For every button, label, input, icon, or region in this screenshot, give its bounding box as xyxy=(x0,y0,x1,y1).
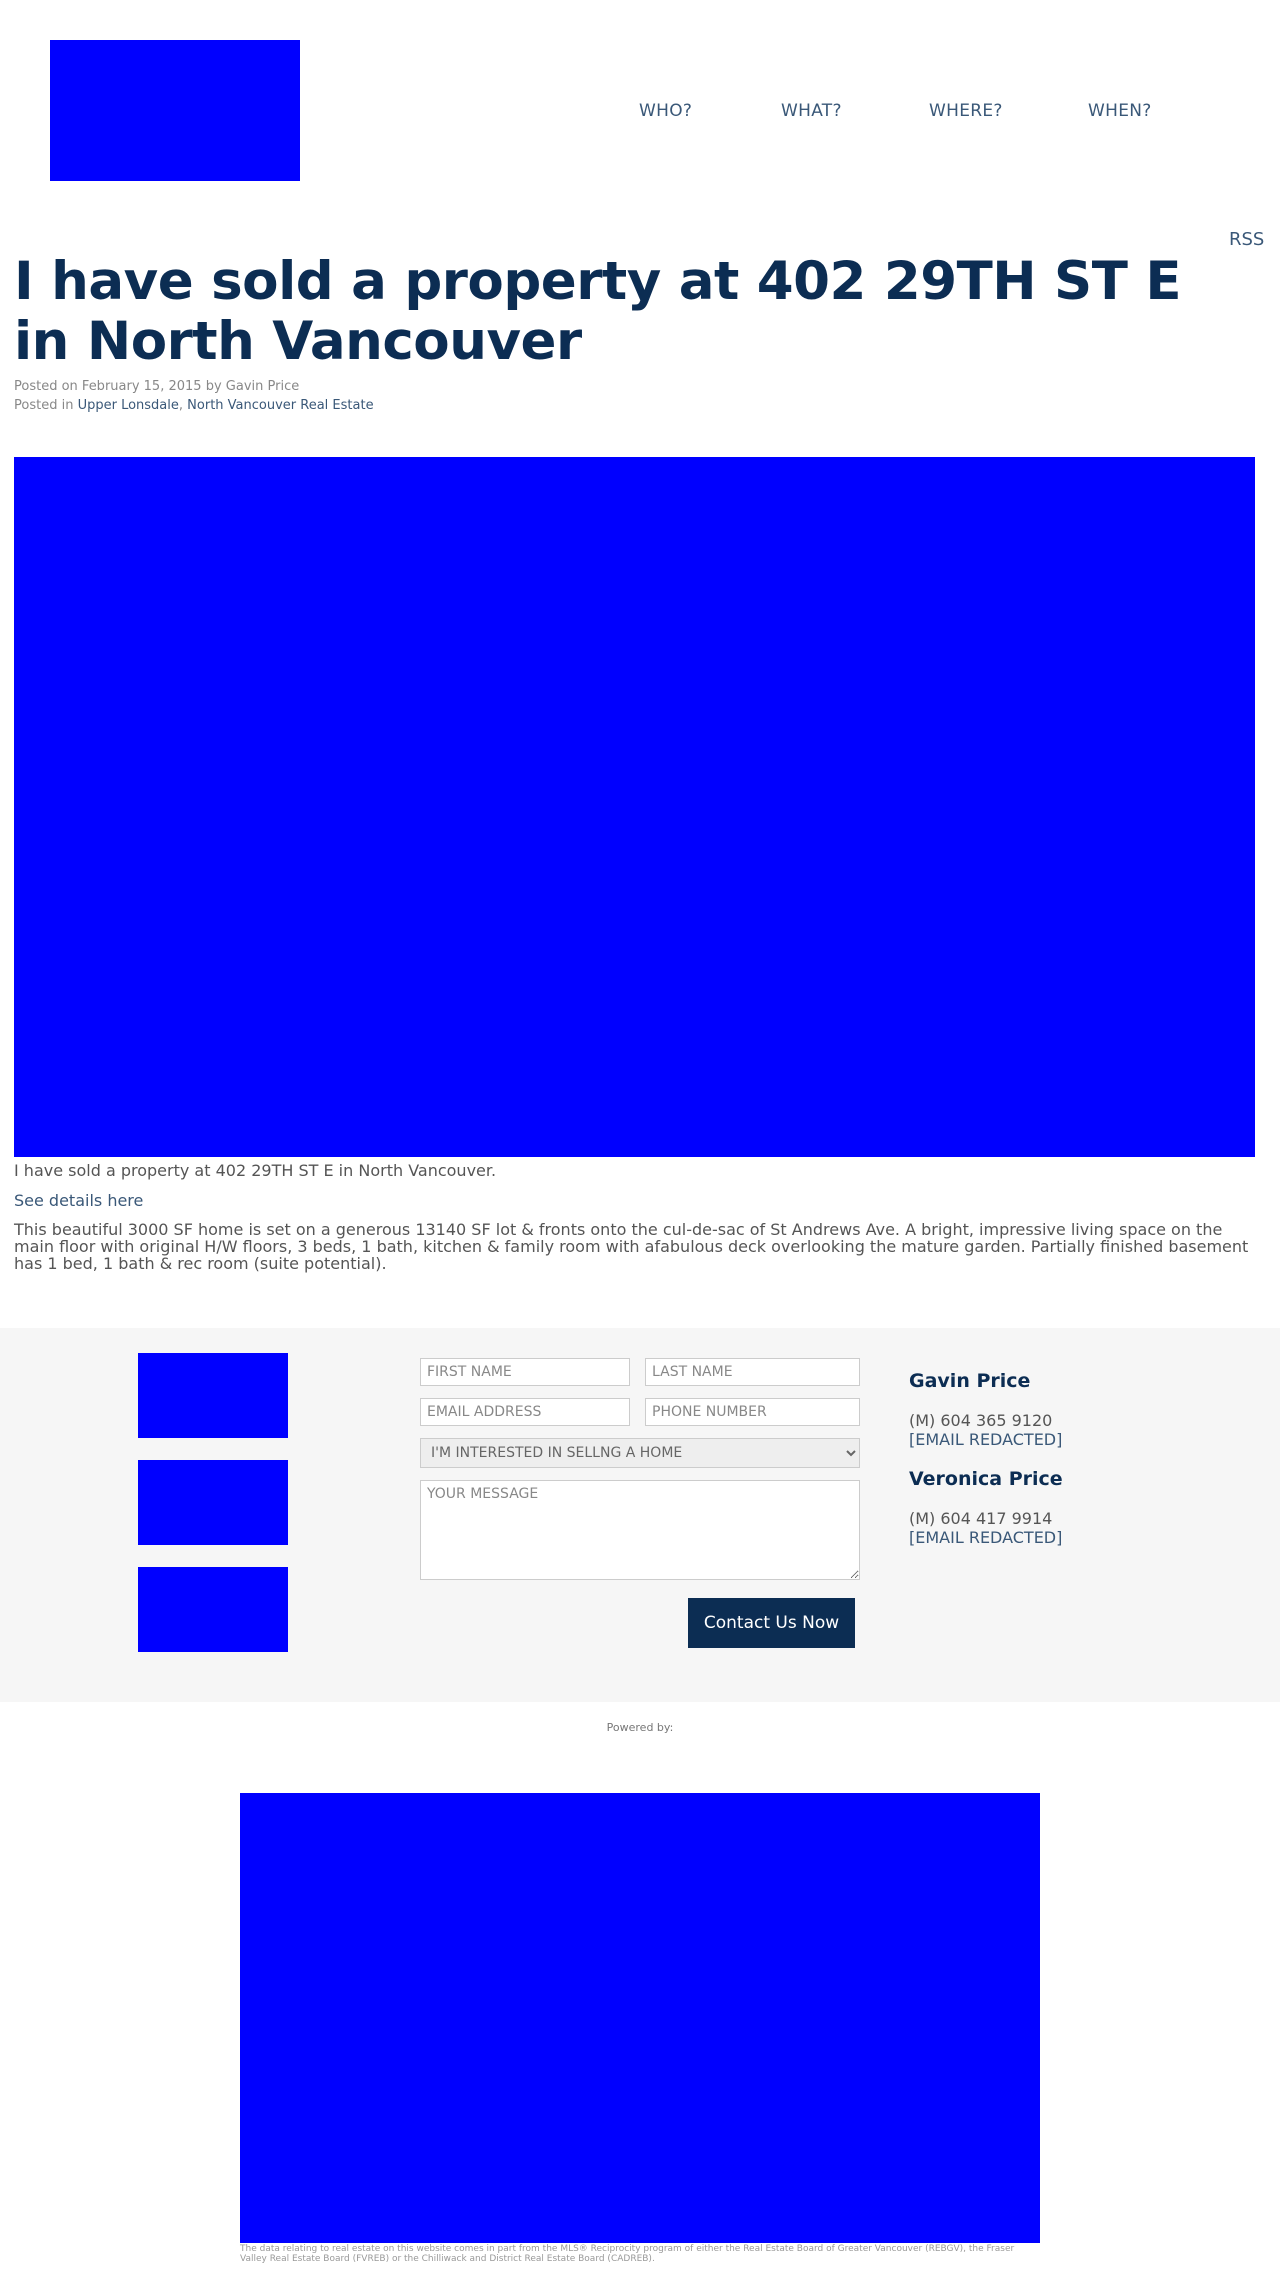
contact-section: I'M INTERESTED IN SELLNG A HOME Contact … xyxy=(0,1328,1280,1702)
nav-where[interactable]: WHERE? xyxy=(929,101,1003,121)
interest-select[interactable]: I'M INTERESTED IN SELLNG A HOME xyxy=(420,1438,860,1468)
footer-banner-image xyxy=(240,1793,1040,2243)
agent-name-gavin: Gavin Price xyxy=(909,1370,1031,1392)
agent-phone-gavin: (M) 604 365 9120 xyxy=(909,1411,1053,1430)
by-label: by xyxy=(205,379,222,394)
category-link-upper-lonsdale[interactable]: Upper Lonsdale xyxy=(78,398,179,413)
post-categories-meta: Posted in Upper Lonsdale, North Vancouve… xyxy=(14,398,374,413)
agent-name-veronica: Veronica Price xyxy=(909,1468,1063,1490)
image-caption: I have sold a property at 402 29TH ST E … xyxy=(14,1161,497,1180)
contact-us-button[interactable]: Contact Us Now xyxy=(688,1598,855,1648)
mls-disclaimer: The data relating to real estate on this… xyxy=(240,2244,1015,2264)
category-separator: , xyxy=(178,398,184,413)
nav-when[interactable]: WHEN? xyxy=(1088,101,1152,121)
posted-in-label: Posted in xyxy=(14,398,74,413)
posted-on-label: Posted on xyxy=(14,379,78,394)
post-date: February 15, 2015 xyxy=(81,379,202,394)
message-field[interactable] xyxy=(420,1480,860,1580)
property-description: This beautiful 3000 SF home is set on a … xyxy=(14,1220,1249,1273)
agent-photo-2 xyxy=(138,1460,288,1545)
category-link-north-vancouver[interactable]: North Vancouver Real Estate xyxy=(187,398,373,413)
last-name-field[interactable] xyxy=(645,1358,860,1386)
post-author: Gavin Price xyxy=(225,379,300,394)
post-title: I have sold a property at 402 29TH ST E … xyxy=(14,251,1182,372)
nav-who[interactable]: WHO? xyxy=(639,101,692,121)
nav-what[interactable]: WHAT? xyxy=(781,101,842,121)
agent-photo-1 xyxy=(138,1353,288,1438)
powered-by-label: Powered by: xyxy=(606,1721,674,1734)
see-details-link[interactable]: See details here xyxy=(14,1191,143,1210)
agent-phone-veronica: (M) 604 417 9914 xyxy=(909,1509,1053,1528)
phone-field[interactable] xyxy=(645,1398,860,1426)
first-name-field[interactable] xyxy=(420,1358,630,1386)
rss-link[interactable]: RSS xyxy=(1229,229,1264,250)
email-field[interactable] xyxy=(420,1398,630,1426)
featured-property-image xyxy=(14,457,1255,1157)
agent-email-veronica[interactable]: [EMAIL REDACTED] xyxy=(909,1528,1062,1547)
site-logo[interactable] xyxy=(50,40,300,181)
agent-photo-3 xyxy=(138,1567,288,1652)
agent-email-gavin[interactable]: [EMAIL REDACTED] xyxy=(909,1430,1062,1449)
post-date-meta: Posted on February 15, 2015 by Gavin Pri… xyxy=(14,379,299,394)
